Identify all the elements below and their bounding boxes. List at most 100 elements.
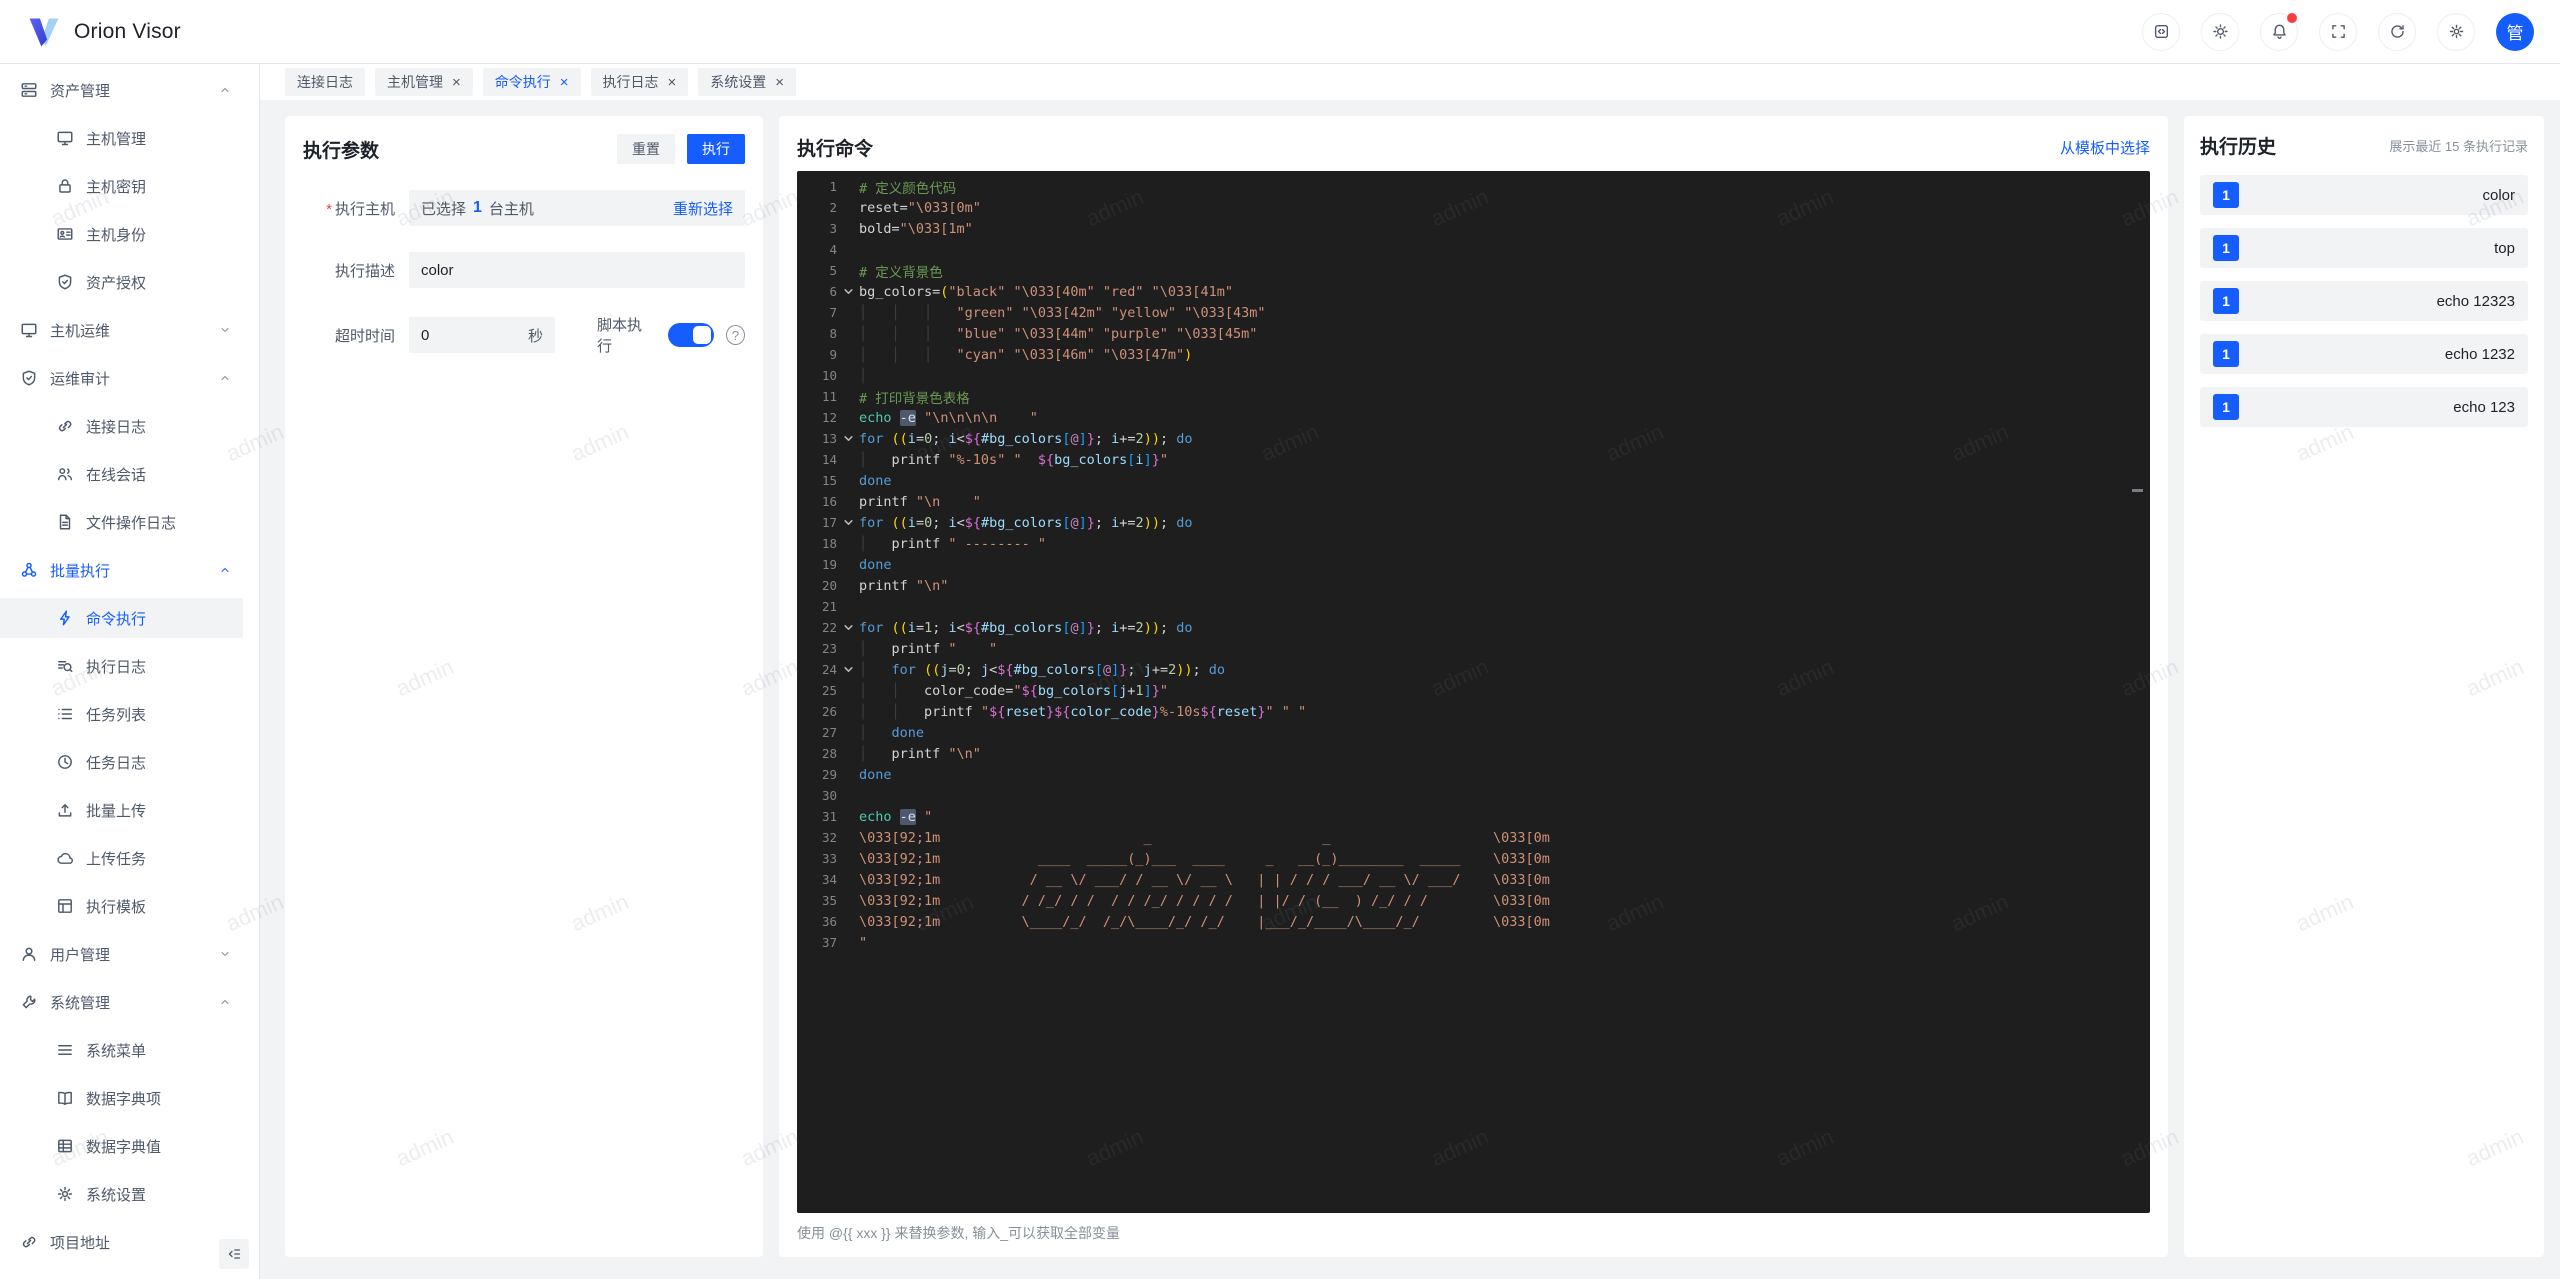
- sidebar-item-label: 在线会话: [86, 466, 147, 484]
- sidebar-item-asset-authorization[interactable]: 资产授权: [0, 262, 243, 302]
- sidebar-item-host-management[interactable]: 主机管理: [0, 118, 243, 158]
- close-icon[interactable]: ×: [452, 75, 461, 90]
- asset-management-icon: [20, 81, 38, 99]
- sidebar-item-system-management[interactable]: 系统管理: [0, 982, 243, 1022]
- sidebar-item-host-identity[interactable]: 主机身份: [0, 214, 243, 254]
- tab-system-settings[interactable]: 系统设置 ×: [698, 68, 797, 96]
- required-mark: *: [326, 200, 332, 218]
- editor-line: 27 │ done: [797, 722, 2150, 743]
- run-button[interactable]: 执行: [687, 134, 745, 164]
- editor-line: 12 echo -e "\n\n\n\n ": [797, 407, 2150, 428]
- code-text: │ printf "\n": [859, 745, 981, 762]
- description-input[interactable]: [409, 252, 745, 288]
- sidebar-item-command-execution[interactable]: 命令执行: [0, 598, 243, 638]
- line-number: 11: [821, 389, 837, 404]
- sidebar-item-dict-item[interactable]: 数据字典项: [0, 1078, 243, 1118]
- history-item[interactable]: 1 echo 123: [2200, 387, 2528, 427]
- sidebar-item-task-log[interactable]: 任务日志: [0, 742, 243, 782]
- fold-chevron-icon[interactable]: [837, 622, 859, 633]
- settings-button[interactable]: [2437, 12, 2475, 51]
- sidebar-item-execution-log[interactable]: 执行日志: [0, 646, 243, 686]
- fullscreen-button[interactable]: [2319, 12, 2357, 51]
- editor-line: 3 bold="\033[1m": [797, 218, 2150, 239]
- sidebar-item-host-keys[interactable]: 主机密钥: [0, 166, 243, 206]
- editor-line: 4: [797, 239, 2150, 260]
- reselect-host-link[interactable]: 重新选择: [673, 198, 733, 219]
- sidebar-item-batch-upload[interactable]: 批量上传: [0, 790, 243, 830]
- refresh-button[interactable]: [2378, 12, 2416, 51]
- sidebar-item-execution-template[interactable]: 执行模板: [0, 886, 243, 926]
- user-management-icon: [20, 945, 38, 963]
- line-number: 36: [821, 914, 837, 929]
- top-navbar: Orion Visor 管: [0, 0, 2560, 64]
- line-number: 37: [821, 935, 837, 950]
- execution-history-panel: 执行历史 展示最近 15 条执行记录 1 color 1 top 1 echo 12323…: [2184, 116, 2544, 1257]
- sidebar-item-label: 系统设置: [86, 1186, 147, 1204]
- tab-execution-log[interactable]: 执行日志 ×: [590, 68, 689, 96]
- host-count-badge: 1: [2213, 341, 2239, 367]
- close-icon[interactable]: ×: [775, 75, 784, 90]
- sidebar-item-asset-management[interactable]: 资产管理: [0, 70, 243, 110]
- sidebar-item-connection-log[interactable]: 连接日志: [0, 406, 243, 446]
- tab-command-execution[interactable]: 命令执行 ×: [482, 68, 581, 96]
- notifications-button[interactable]: [2260, 12, 2298, 51]
- sidebar-item-label: 批量上传: [86, 802, 147, 820]
- close-icon[interactable]: ×: [668, 75, 677, 90]
- sidebar-item-host-ops[interactable]: 主机运维: [0, 310, 243, 350]
- fold-chevron-icon[interactable]: [837, 433, 859, 444]
- editor-line: 29 done: [797, 764, 2150, 785]
- sidebar-item-label: 系统管理: [50, 994, 111, 1012]
- editor-line: 18 │ printf " -------- ": [797, 533, 2150, 554]
- line-number: 30: [821, 788, 837, 803]
- choose-from-template-link[interactable]: 从模板中选择: [2060, 137, 2150, 158]
- code-editor[interactable]: 1 # 定义颜色代码 2 reset="\033[0m" 3 bold="\033[1m"…: [797, 171, 2150, 1213]
- sidebar-item-batch-execution[interactable]: 批量执行: [0, 550, 243, 590]
- sidebar-item-user-management[interactable]: 用户管理: [0, 934, 243, 974]
- code-text: for ((i=1; i<${#bg_colors[@]}; i+=2)); d…: [859, 619, 1193, 636]
- history-item[interactable]: 1 echo 12323: [2200, 281, 2528, 321]
- history-item[interactable]: 1 top: [2200, 228, 2528, 268]
- sidebar-item-dict-value[interactable]: 数据字典值: [0, 1126, 243, 1166]
- timeout-input[interactable]: [421, 326, 528, 344]
- history-item[interactable]: 1 color: [2200, 175, 2528, 215]
- tab-host-management[interactable]: 主机管理 ×: [375, 68, 473, 96]
- line-number: 29: [821, 767, 837, 782]
- fold-chevron-icon[interactable]: [837, 664, 859, 675]
- close-icon[interactable]: ×: [560, 75, 569, 90]
- sidebar-item-upload-task[interactable]: 上传任务: [0, 838, 243, 878]
- theme-button[interactable]: [2201, 12, 2239, 51]
- sidebar-item-task-list[interactable]: 任务列表: [0, 694, 243, 734]
- chevron-down-icon: [219, 324, 231, 336]
- task-log-icon: [56, 753, 74, 771]
- reset-button[interactable]: 重置: [617, 134, 675, 164]
- code-text: │ │ │ "blue" "\033[44m" "purple" "\033[4…: [859, 325, 1258, 342]
- code-text: echo -e ": [859, 808, 933, 825]
- history-list: 1 color 1 top 1 echo 12323 1 echo 1232 1 echo 123: [2200, 175, 2528, 427]
- host-ops-icon: [20, 321, 38, 339]
- tab-connection-log[interactable]: 连接日志: [285, 68, 365, 96]
- user-avatar[interactable]: 管: [2496, 12, 2534, 51]
- host-selected-suffix: 台主机: [488, 200, 534, 218]
- script-exec-toggle[interactable]: [667, 323, 714, 347]
- editor-line: 37 ": [797, 932, 2150, 953]
- sidebar-item-label: 运维审计: [50, 370, 111, 388]
- sidebar-item-online-session[interactable]: 在线会话: [0, 454, 243, 494]
- fold-chevron-icon[interactable]: [837, 286, 859, 297]
- history-item[interactable]: 1 echo 1232: [2200, 334, 2528, 374]
- code-console-button[interactable]: [2142, 12, 2180, 51]
- editor-line: 35 \033[92;1m / /_/ / / / / /_/ / / / / |…: [797, 890, 2150, 911]
- sidebar-item-file-operation-log[interactable]: 文件操作日志: [0, 502, 243, 542]
- line-number: 8: [829, 326, 837, 341]
- sidebar-item-system-menu[interactable]: 系统菜单: [0, 1030, 243, 1070]
- sidebar-item-project-url[interactable]: 项目地址: [0, 1222, 243, 1262]
- task-list-icon: [56, 705, 74, 723]
- fold-chevron-icon[interactable]: [837, 517, 859, 528]
- sidebar-item-system-settings[interactable]: 系统设置: [0, 1174, 243, 1214]
- collapse-sidebar-button[interactable]: [219, 1239, 249, 1269]
- fullscreen-icon: [2330, 23, 2347, 40]
- execution-log-icon: [56, 657, 74, 675]
- help-icon[interactable]: ?: [725, 325, 745, 345]
- sidebar-item-ops-audit[interactable]: 运维审计: [0, 358, 243, 398]
- line-number: 34: [821, 872, 837, 887]
- sidebar-item-label: 任务日志: [86, 754, 147, 772]
